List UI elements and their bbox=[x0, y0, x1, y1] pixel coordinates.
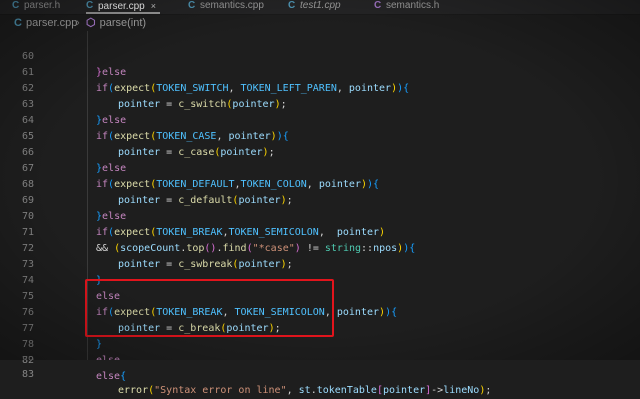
tab-label: parser.h bbox=[24, 0, 61, 11]
tab-parser-h[interactable]: Cparser.h bbox=[12, 0, 60, 14]
tab-semantics-cpp[interactable]: Csemantics.cpp bbox=[188, 0, 264, 14]
tab-label: parser.cpp bbox=[98, 1, 145, 12]
cpp-file-icon: C bbox=[188, 0, 196, 11]
code-line: 73 } bbox=[0, 241, 640, 286]
code-line: 70 if(expect(TOKEN_BREAK,TOKEN_SEMICOLON… bbox=[0, 193, 640, 238]
code-line: 74 else bbox=[0, 257, 640, 302]
tab-test1-cpp[interactable]: Ctest1.cpp bbox=[288, 0, 341, 14]
breadcrumb-symbol[interactable]: ⬡ parse(int) bbox=[86, 15, 146, 31]
code-line: 68 pointer = c_default(pointer); bbox=[0, 161, 640, 206]
cpp-file-icon: C bbox=[14, 17, 22, 29]
tab-label: semantics.cpp bbox=[200, 0, 264, 11]
editor-tab-bar: Cparser.h Cparser.cpp × Csemantics.cpp Ct… bbox=[0, 0, 640, 15]
code-line: 65 pointer = c_case(pointer); bbox=[0, 113, 640, 158]
cpp-file-icon: C bbox=[288, 0, 296, 11]
breadcrumb-file[interactable]: Cparser.cpp bbox=[14, 15, 77, 31]
close-icon[interactable]: × bbox=[151, 0, 156, 12]
breadcrumb-symbol-label: parse(int) bbox=[99, 17, 147, 29]
cpp-file-icon: C bbox=[86, 0, 94, 11]
code-line: 72 pointer = c_swbreak(pointer); bbox=[0, 225, 640, 270]
tab-parser-cpp[interactable]: Cparser.cpp × bbox=[86, 0, 160, 14]
code-line: 71 && (scopeCount.top().find("*case") !=… bbox=[0, 209, 640, 254]
code-text: error("Syntax error on line", st.tokenTa… bbox=[118, 385, 492, 396]
tab-label: test1.cpp bbox=[300, 0, 341, 11]
header-file-icon: C bbox=[374, 0, 382, 11]
code-line: 69 }else bbox=[0, 177, 640, 222]
code-line: 63 }else bbox=[0, 81, 640, 126]
code-line: 62 pointer = c_switch(pointer); bbox=[0, 65, 640, 110]
code-line: 66 }else bbox=[0, 129, 640, 174]
code-line: 61 if(expect(TOKEN_SWITCH, TOKEN_LEFT_PA… bbox=[0, 49, 640, 94]
line-number: 83 bbox=[21, 369, 34, 380]
tab-label: semantics.h bbox=[386, 0, 440, 11]
cpp-file-icon: C bbox=[12, 0, 20, 11]
active-tab-indicator bbox=[86, 12, 160, 14]
breadcrumb-separator: › bbox=[76, 17, 80, 29]
breadcrumb-file-label: parser.cpp bbox=[25, 17, 78, 29]
highlight-box bbox=[85, 279, 334, 337]
code-line: 64 if(expect(TOKEN_CASE, pointer)){ bbox=[0, 97, 640, 142]
code-line: 83 error("Syntax error on line", st.toke… bbox=[0, 351, 640, 396]
code-line: 67 if(expect(TOKEN_DEFAULT,TOKEN_COLON, … bbox=[0, 145, 640, 190]
code-line: 60 }else bbox=[0, 33, 640, 78]
breadcrumb: Cparser.cpp › ⬡ parse(int) bbox=[0, 15, 640, 31]
tab-semantics-h[interactable]: Csemantics.h bbox=[374, 0, 439, 14]
method-icon: ⬡ bbox=[86, 17, 96, 29]
